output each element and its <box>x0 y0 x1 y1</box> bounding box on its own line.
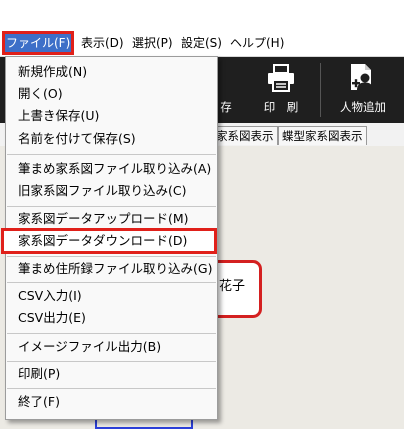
tab-family-tree-view[interactable]: 家系図表示 <box>212 126 278 145</box>
menu-item-open[interactable]: 開く(O) <box>18 84 63 104</box>
menu-separator <box>7 282 216 283</box>
menu-item-exit[interactable]: 終了(F) <box>18 392 60 412</box>
menu-separator <box>7 154 216 155</box>
menu-separator <box>7 256 216 257</box>
menu-separator <box>7 388 216 389</box>
print-button[interactable]: 印 刷 <box>250 57 312 123</box>
add-person-button[interactable]: 人物追加 <box>330 57 396 123</box>
toolbar-separator <box>320 63 321 117</box>
add-person-button-label: 人物追加 <box>340 100 386 114</box>
menu-item-export-image[interactable]: イメージファイル出力(B) <box>18 337 161 357</box>
menu-item-import-fudemame-tree[interactable]: 筆まめ家系図ファイル取り込み(A) <box>18 159 211 179</box>
menu-item-import-old-tree[interactable]: 旧家系図ファイル取り込み(C) <box>18 181 186 201</box>
menu-bar: ファイル(F) 表示(D) 選択(P) 設定(S) ヘルプ(H) <box>0 30 404 57</box>
menu-select[interactable]: 選択(P) <box>131 34 174 52</box>
menu-settings[interactable]: 設定(S) <box>180 34 223 52</box>
menu-item-save-as[interactable]: 名前を付けて保存(S) <box>18 129 136 149</box>
menu-separator <box>7 361 216 362</box>
menu-separator <box>7 333 216 334</box>
menu-separator <box>7 206 216 207</box>
title-area <box>0 0 404 30</box>
print-button-label: 印 刷 <box>263 100 299 114</box>
menu-item-upload-tree-data[interactable]: 家系図データアップロード(M) <box>18 209 189 229</box>
menu-item-new[interactable]: 新規作成(N) <box>18 62 87 82</box>
file-menu-dropdown: 新規作成(N) 開く(O) 上書き保存(U) 名前を付けて保存(S) 筆まめ家系… <box>1 56 218 420</box>
printer-icon <box>268 64 294 92</box>
add-person-icon <box>351 64 373 90</box>
person-name: 花子 <box>219 279 246 294</box>
menu-file[interactable]: ファイル(F) <box>1 31 75 55</box>
menu-item-csv-input[interactable]: CSV入力(I) <box>18 286 82 306</box>
menu-item-import-address-book[interactable]: 筆まめ住所録ファイル取り込み(G) <box>18 259 212 279</box>
menu-item-download-tree-data[interactable]: 家系図データダウンロード(D) <box>1 228 217 254</box>
menu-item-save[interactable]: 上書き保存(U) <box>18 106 99 126</box>
menu-item-csv-output[interactable]: CSV出力(E) <box>18 308 86 328</box>
menu-help[interactable]: ヘルプ(H) <box>229 34 285 52</box>
menu-view[interactable]: 表示(D) <box>80 34 125 52</box>
tab-butterfly-tree-view[interactable]: 蝶型家系図表示 <box>278 126 367 145</box>
menu-item-print[interactable]: 印刷(P) <box>18 364 60 384</box>
